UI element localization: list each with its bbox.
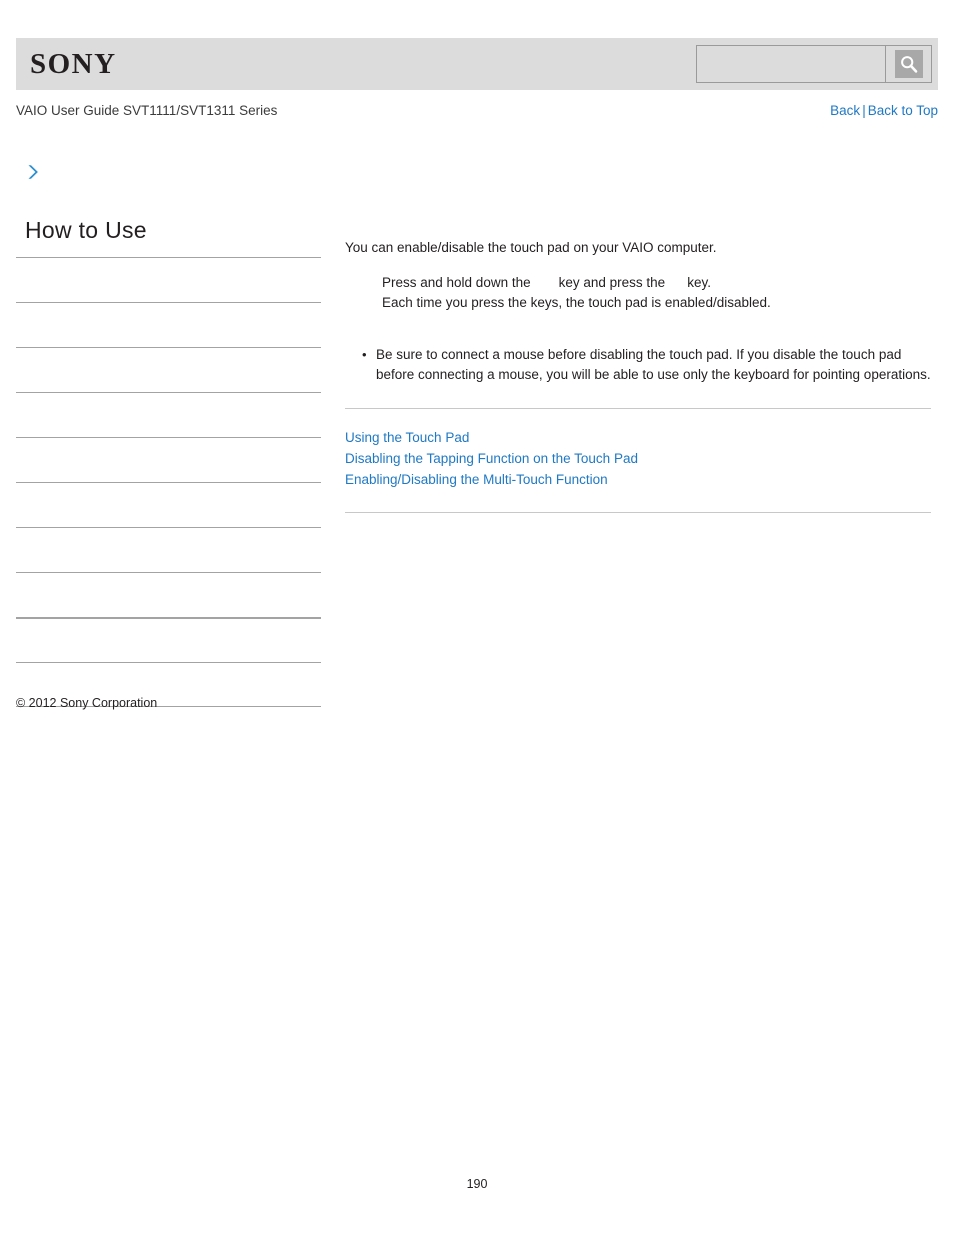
site-header: SONY — [16, 38, 938, 90]
page-title: VAIO User Guide SVT1111/SVT1311 Series — [16, 103, 278, 118]
sidebar-nav-list — [16, 257, 321, 707]
content-divider-bottom — [345, 512, 931, 513]
main-content: You can enable/disable the touch pad on … — [345, 238, 931, 513]
related-link-1[interactable]: Using the Touch Pad — [345, 427, 931, 448]
steps-block: Press and hold down the key and press the… — [345, 273, 931, 313]
back-link[interactable]: Back — [830, 103, 860, 118]
sidebar-item-8[interactable] — [16, 572, 321, 617]
sidebar-item-5[interactable] — [16, 437, 321, 482]
related-link-3[interactable]: Enabling/Disabling the Multi-Touch Funct… — [345, 469, 931, 490]
notes-list: Be sure to connect a mouse before disabl… — [345, 345, 931, 384]
sidebar-item-7[interactable] — [16, 527, 321, 572]
sidebar-item-2[interactable] — [16, 302, 321, 347]
step-middle-text: key and press the — [558, 275, 666, 290]
search-area — [696, 45, 932, 83]
search-button[interactable] — [886, 45, 932, 83]
related-link-2[interactable]: Disabling the Tapping Function on the To… — [345, 448, 931, 469]
search-input[interactable] — [696, 45, 886, 83]
sidebar-item-9[interactable] — [16, 617, 321, 662]
sony-logo: SONY — [30, 48, 117, 80]
intro-paragraph: You can enable/disable the touch pad on … — [345, 240, 717, 255]
step-line-1: Press and hold down the key and press the… — [382, 273, 931, 293]
subtitle-bar: VAIO User Guide SVT1111/SVT1311 Series B… — [16, 101, 938, 121]
sidebar-item-4[interactable] — [16, 392, 321, 437]
step-prefix-text: Press and hold down the — [382, 275, 531, 290]
note-item: Be sure to connect a mouse before disabl… — [362, 345, 931, 384]
sidebar-item-6[interactable] — [16, 482, 321, 527]
sidebar: How to Use — [16, 215, 321, 707]
content-divider-top — [345, 408, 931, 409]
back-to-top-link[interactable]: Back to Top — [868, 103, 938, 118]
magnifier-icon — [894, 50, 923, 78]
step-line-2: Each time you press the keys, the touch … — [382, 295, 771, 310]
sidebar-item-1[interactable] — [16, 257, 321, 302]
sidebar-item-3[interactable] — [16, 347, 321, 392]
related-links-list: Using the Touch Pad Disabling the Tappin… — [345, 427, 931, 490]
step-suffix-text: key. — [687, 275, 711, 290]
link-separator: | — [862, 103, 866, 118]
sidebar-heading: How to Use — [25, 217, 147, 243]
copyright-text: © 2012 Sony Corporation — [16, 696, 158, 710]
header-nav-links: Back | Back to Top — [830, 101, 938, 121]
page-number: 190 — [466, 1177, 488, 1191]
chevron-right-icon[interactable] — [25, 163, 43, 181]
